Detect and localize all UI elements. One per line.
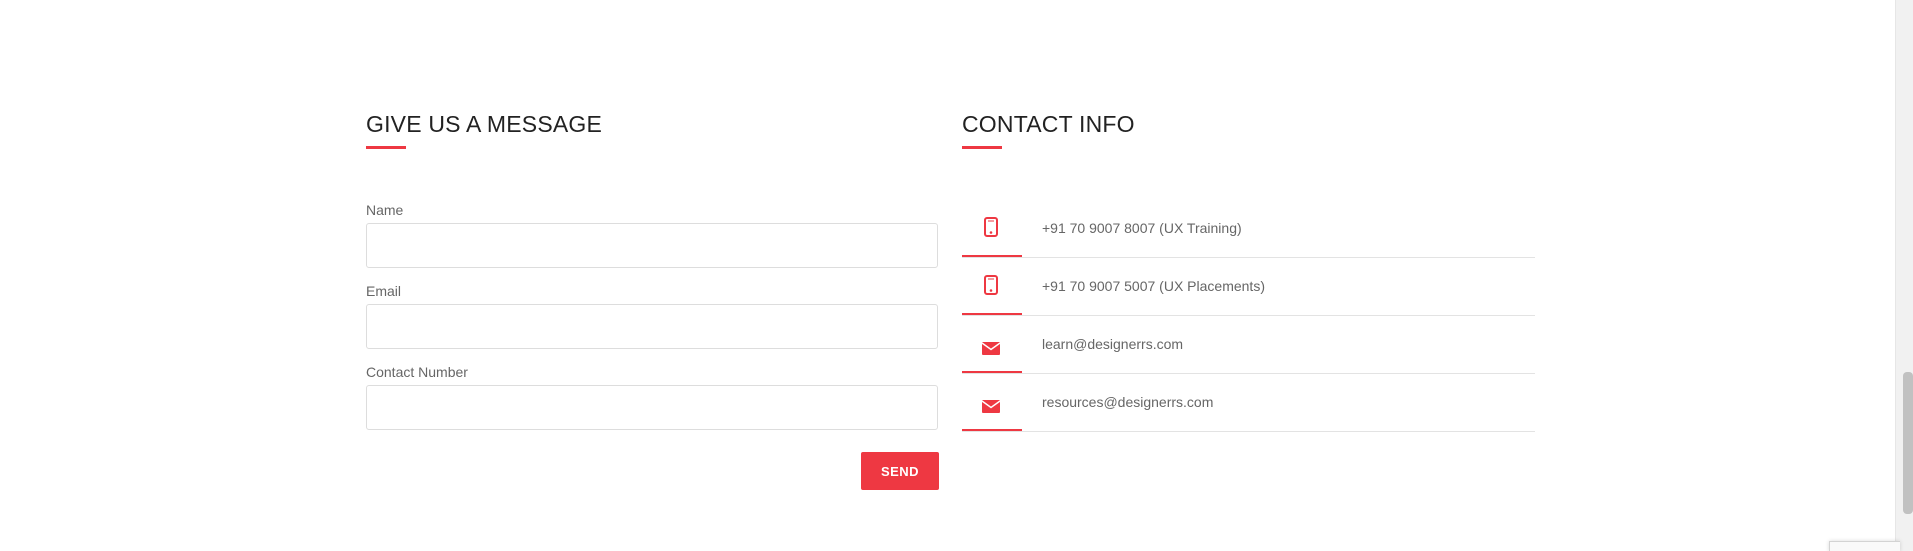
envelope-icon: [981, 342, 1001, 355]
contact-icon-box: [962, 199, 1022, 257]
name-label: Name: [366, 202, 404, 218]
contact-icon-box: [962, 373, 1022, 431]
contact-text: +91 70 9007 5007 (UX Placements): [1042, 278, 1265, 294]
page: GIVE US A MESSAGE Name Email Contact Num…: [0, 0, 1913, 551]
contact-item-learn-email: learn@designerrs.com: [962, 315, 1535, 374]
contact-text: learn@designerrs.com: [1042, 336, 1184, 352]
mobile-phone-icon: [984, 217, 998, 237]
mobile-phone-icon: [984, 275, 998, 295]
contact-number-label: Contact Number: [366, 364, 468, 380]
message-form-title-underline: [366, 146, 406, 149]
contact-item-placements-phone: +91 70 9007 5007 (UX Placements): [962, 257, 1535, 316]
contact-icon-box: [962, 257, 1022, 315]
scrollbar-thumb[interactable]: [1903, 372, 1913, 514]
contact-text: +91 70 9007 8007 (UX Training): [1042, 220, 1242, 236]
email-input[interactable]: [366, 304, 938, 349]
message-form-title: GIVE US A MESSAGE: [366, 111, 603, 137]
contact-item-resources-email: resources@designerrs.com: [962, 373, 1535, 432]
contact-info-title: CONTACT INFO: [962, 111, 1135, 137]
envelope-icon: [981, 400, 1001, 413]
contact-item-training-phone: +91 70 9007 8007 (UX Training): [962, 199, 1535, 258]
email-label: Email: [366, 283, 402, 299]
recaptcha-badge[interactable]: [1829, 541, 1900, 551]
send-button[interactable]: SEND: [861, 452, 939, 490]
name-input[interactable]: [366, 223, 938, 268]
contact-info-title-underline: [962, 146, 1002, 149]
contact-text: resources@designerrs.com: [1042, 394, 1214, 410]
contact-icon-box: [962, 315, 1022, 373]
contact-number-input[interactable]: [366, 385, 938, 430]
